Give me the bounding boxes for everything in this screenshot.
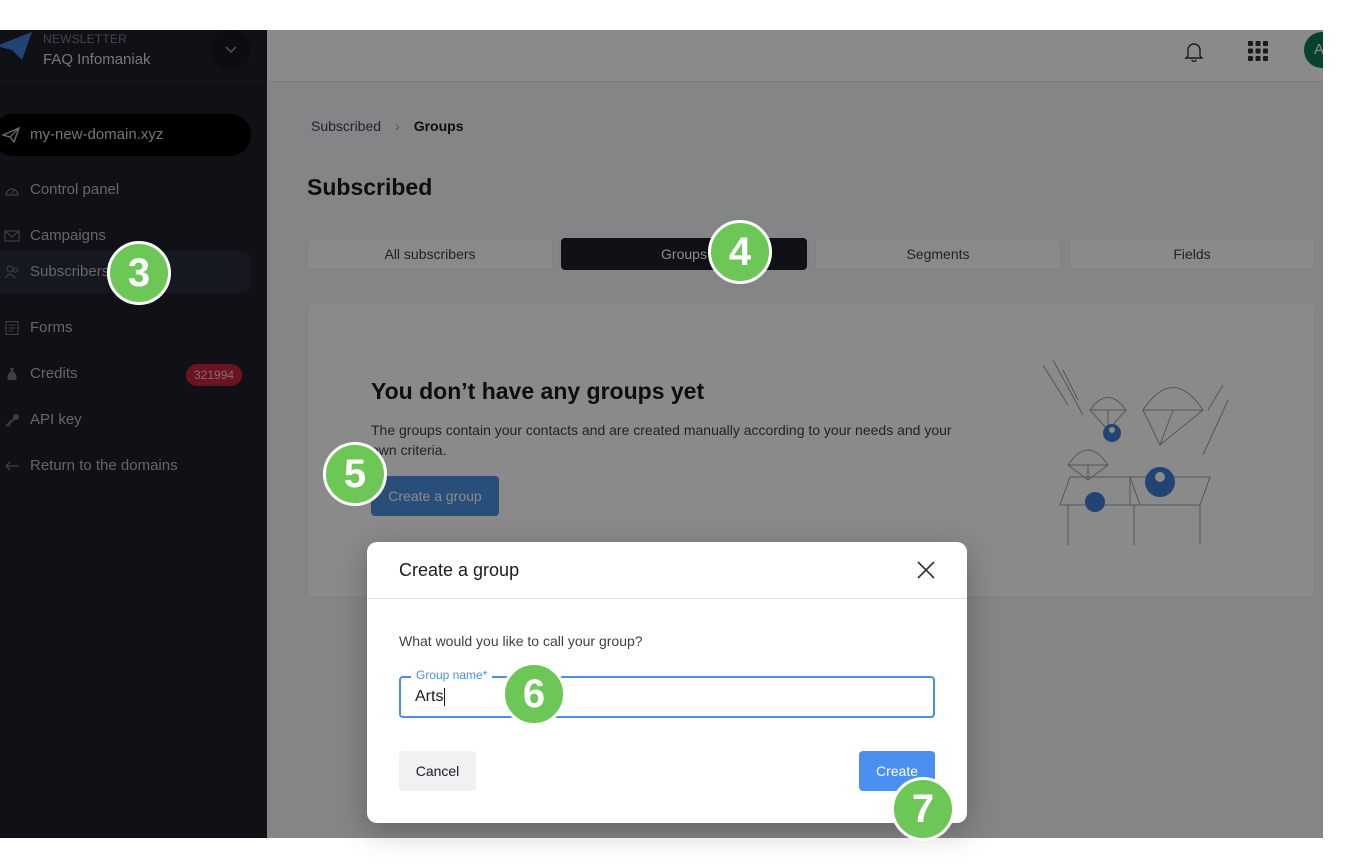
close-icon[interactable]	[915, 559, 937, 581]
dialog-prompt: What would you like to call your group?	[399, 633, 643, 649]
dialog-title: Create a group	[399, 560, 520, 580]
group-name-label: Group name*	[411, 668, 493, 682]
group-name-input[interactable]: Arts	[415, 688, 446, 706]
cancel-button[interactable]: Cancel	[399, 751, 476, 791]
dialog-divider	[367, 598, 967, 599]
create-group-dialog: Create a group What would you like to ca…	[367, 542, 967, 823]
step-marker-6: 6	[502, 662, 566, 726]
step-marker-5: 5	[323, 442, 387, 506]
group-name-field[interactable]: Group name* Arts	[399, 668, 935, 718]
step-marker-4: 4	[708, 220, 772, 284]
step-marker-3: 3	[107, 241, 171, 305]
step-marker-7: 7	[891, 777, 955, 841]
